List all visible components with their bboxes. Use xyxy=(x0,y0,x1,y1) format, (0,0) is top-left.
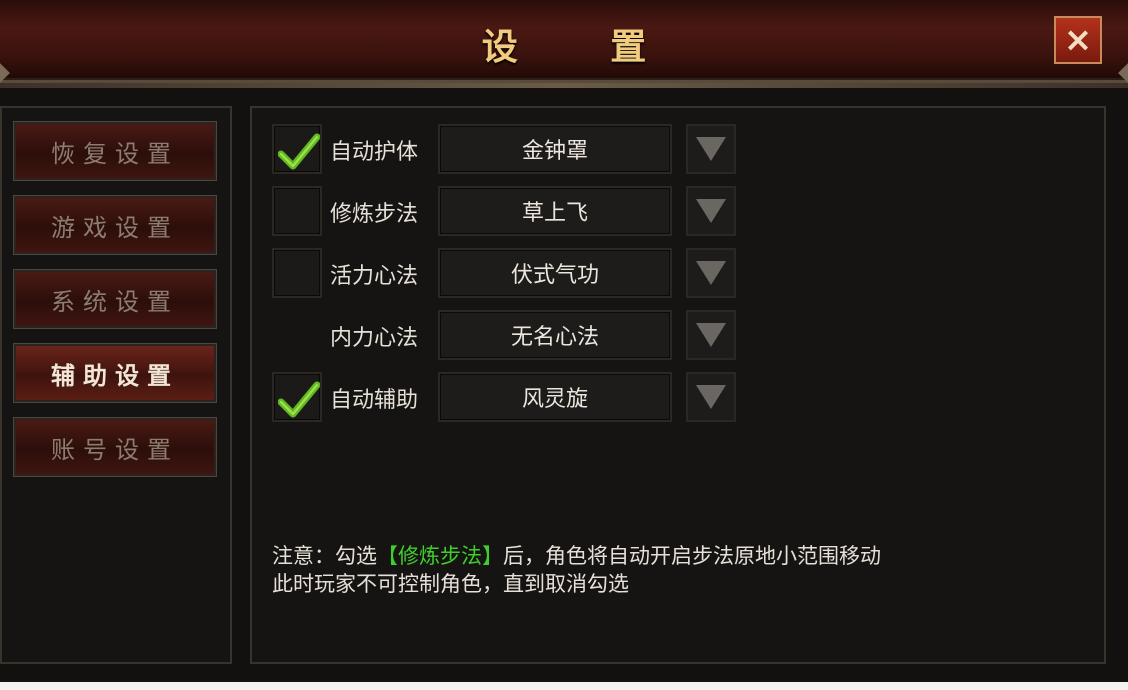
hint-note: 注意：勾选【修炼步法】后，角色将自动开启步法原地小范围移动 此时玩家不可控制角色… xyxy=(272,542,881,598)
dropdown-button[interactable] xyxy=(686,186,736,236)
triangle-down-icon xyxy=(696,323,726,347)
hint-line-2: 此时玩家不可控制角色，直到取消勾选 xyxy=(272,572,629,596)
dropdown-button[interactable] xyxy=(686,372,736,422)
check-icon xyxy=(278,381,320,418)
title-bar: 设 置 × xyxy=(0,0,1128,88)
vitality-method-checkbox[interactable] xyxy=(272,248,322,298)
window-title: 设 置 xyxy=(481,26,687,68)
hint-suffix: 后，角色将自动开启步法原地小范围移动 xyxy=(503,544,881,568)
auto-protect-checkbox[interactable] xyxy=(272,124,322,174)
row-label: 修炼步法 xyxy=(330,202,419,227)
nav-account-settings[interactable]: 账号设置 xyxy=(13,417,217,477)
row-label: 内力心法 xyxy=(330,326,419,351)
bottom-edge xyxy=(0,682,1128,690)
check-icon xyxy=(278,133,320,170)
skill-select[interactable]: 草上飞 xyxy=(438,186,672,236)
settings-window: 设 置 × 恢复设置 游戏设置 系统设置 辅助设置 账号设置 自动护体 金钟罩 … xyxy=(0,0,1128,690)
close-button[interactable]: × xyxy=(1054,16,1102,64)
nav-recovery-settings[interactable]: 恢复设置 xyxy=(13,121,217,181)
auto-assist-checkbox[interactable] xyxy=(272,372,322,422)
nav-game-settings[interactable]: 游戏设置 xyxy=(13,195,217,255)
row-label: 自动辅助 xyxy=(330,388,419,413)
triangle-down-icon xyxy=(696,199,726,223)
row-label: 活力心法 xyxy=(330,264,419,289)
skill-select[interactable]: 无名心法 xyxy=(438,310,672,360)
row-label: 自动护体 xyxy=(330,140,419,165)
dropdown-button[interactable] xyxy=(686,310,736,360)
close-icon: × xyxy=(1063,20,1093,60)
skill-select[interactable]: 伏式气功 xyxy=(438,248,672,298)
dropdown-button[interactable] xyxy=(686,248,736,298)
cultivate-footwork-checkbox[interactable] xyxy=(272,186,322,236)
hint-line-1: 注意：勾选【修炼步法】后，角色将自动开启步法原地小范围移动 xyxy=(272,542,881,570)
hint-prefix: 注意：勾选 xyxy=(272,544,377,568)
skill-select[interactable]: 金钟罩 xyxy=(438,124,672,174)
triangle-down-icon xyxy=(696,137,726,161)
hint-highlight: 【修炼步法】 xyxy=(377,544,503,568)
dropdown-button[interactable] xyxy=(686,124,736,174)
skill-select[interactable]: 风灵旋 xyxy=(438,372,672,422)
triangle-down-icon xyxy=(696,385,726,409)
nav-system-settings[interactable]: 系统设置 xyxy=(13,269,217,329)
triangle-down-icon xyxy=(696,261,726,285)
nav-assist-settings[interactable]: 辅助设置 xyxy=(13,343,217,403)
